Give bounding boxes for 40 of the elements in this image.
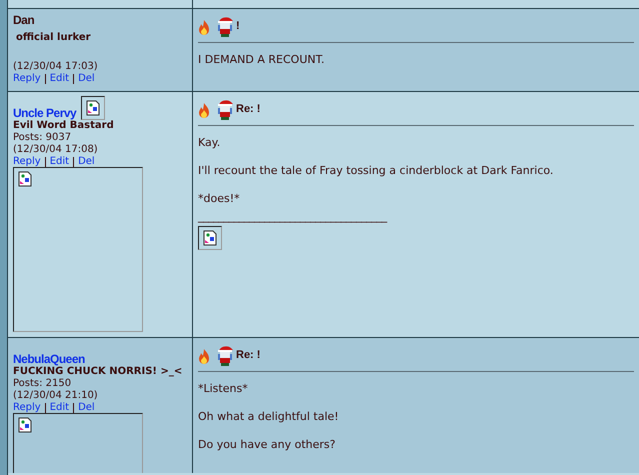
broken-image-icon	[17, 171, 33, 187]
user-title: FUCKING CHUCK NORRIS! >_<	[13, 366, 184, 378]
santa-hat-figure-icon	[216, 344, 234, 366]
post-text: *Listens*	[198, 382, 248, 396]
post-action-link[interactable]: Edit	[50, 73, 70, 84]
post-count: Posts: 2150	[13, 378, 72, 390]
post-action-link[interactable]: Del	[78, 156, 95, 167]
author-name[interactable]: Uncle Pervy	[13, 106, 76, 120]
post-text: I DEMAND A RECOUNT.	[198, 53, 325, 67]
post-text: Kay.	[198, 136, 220, 150]
post-text: Do you have any others?	[198, 438, 336, 452]
fire-icon	[198, 19, 210, 37]
post-time: (12/30/04 17:03)	[13, 61, 98, 73]
santa-hat-figure-icon	[216, 15, 234, 37]
fire-icon	[198, 348, 210, 366]
author-name[interactable]: NebulaQueen	[13, 352, 85, 366]
post-count: Posts: 9037	[13, 132, 72, 144]
author-name: Dan	[13, 13, 34, 27]
post-action-link[interactable]: Del	[78, 402, 95, 413]
post-action-link[interactable]: Reply	[13, 402, 41, 413]
broken-image-icon	[17, 417, 33, 433]
post-time: (12/30/04 17:08)	[13, 144, 98, 156]
post-action-link[interactable]: Edit	[50, 402, 70, 413]
broken-image-icon	[198, 226, 222, 250]
post-time: (12/30/04 21:10)	[13, 390, 98, 402]
post-subject: Re: !	[236, 102, 260, 116]
user-title: Evil Word Bastard	[13, 120, 115, 132]
signature-divider: _____________________________________	[198, 210, 387, 224]
post-subject: Re: !	[236, 348, 260, 362]
post-text: Oh what a delightful tale!	[198, 410, 339, 424]
post-subject: !	[236, 18, 240, 34]
post-action-link[interactable]: Edit	[50, 156, 70, 167]
post-action-link[interactable]: Reply	[13, 73, 41, 84]
post-text: I'll recount the tale of Fray tossing a cinderblock at Dark Fanrico.	[198, 164, 554, 178]
post-action-link[interactable]: Del	[78, 73, 95, 84]
post-action-link[interactable]: Reply	[13, 156, 41, 167]
santa-hat-figure-icon	[216, 98, 234, 120]
user-title: official lurker	[15, 32, 92, 44]
fire-icon	[198, 102, 210, 120]
post-text: *does!*	[198, 192, 240, 206]
